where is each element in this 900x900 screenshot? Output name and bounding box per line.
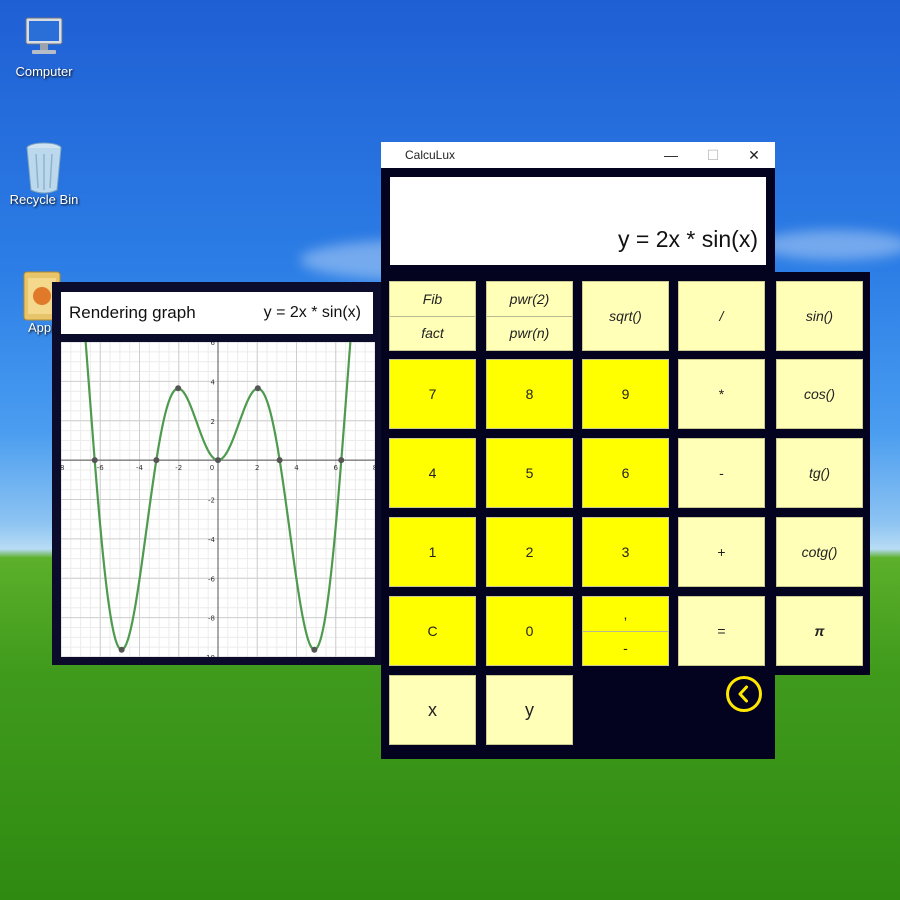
title-bar[interactable]: CalcuLux — ☐ ✕ — [381, 142, 775, 168]
y-tick-label: -8 — [208, 615, 215, 623]
function-plot: -8 -6 -4 -2 0 2 4 6 8 -10 -8 -6 -4 -2 2 4 6 — [61, 342, 375, 657]
comma-key[interactable]: , — [583, 597, 668, 631]
x-tick-label: -4 — [136, 464, 144, 472]
variable-x-key[interactable]: x — [389, 675, 476, 745]
key-point — [118, 646, 125, 653]
y-tick-label: -10 — [204, 654, 215, 657]
graph-header: Rendering graph y = 2x * sin(x) — [61, 292, 373, 334]
x-tick-label: 4 — [294, 464, 299, 472]
fact-key[interactable]: fact — [390, 315, 475, 351]
sqrt-key[interactable]: sqrt() — [582, 281, 669, 351]
digit-7-key[interactable]: 7 — [389, 359, 476, 429]
graph-function-label: y = 2x * sin(x) — [263, 304, 361, 321]
x-tick-label: 6 — [334, 464, 339, 472]
negate-key[interactable]: - — [583, 630, 668, 666]
divide-key[interactable]: / — [678, 281, 765, 351]
x-tick-label: -8 — [61, 464, 64, 472]
clear-key[interactable]: C — [389, 596, 476, 666]
key-point — [254, 385, 261, 392]
key-point — [276, 457, 283, 464]
maximize-button[interactable]: ☐ — [693, 142, 733, 168]
x-tick-label: -6 — [97, 464, 105, 472]
minus-key[interactable]: - — [678, 438, 765, 508]
y-tick-label: -4 — [208, 536, 216, 544]
graph-status-text: Rendering graph — [69, 303, 196, 322]
y-tick-label: -6 — [208, 575, 216, 583]
digit-8-key[interactable]: 8 — [486, 359, 573, 429]
digit-9-key[interactable]: 9 — [582, 359, 669, 429]
tg-key[interactable]: tg() — [776, 438, 863, 508]
digit-1-key[interactable]: 1 — [389, 517, 476, 587]
window-title: CalcuLux — [405, 148, 456, 162]
x-tick-label: 0 — [210, 464, 214, 472]
digit-6-key[interactable]: 6 — [582, 438, 669, 508]
comma-negate-key[interactable]: , - — [582, 596, 669, 666]
y-tick-label: 2 — [211, 418, 215, 426]
sin-key[interactable]: sin() — [776, 281, 863, 351]
digit-3-key[interactable]: 3 — [582, 517, 669, 587]
key-point — [153, 457, 160, 464]
pwr-key[interactable]: pwr(2) pwr(n) — [486, 281, 573, 351]
fib-fact-key[interactable]: Fib fact — [389, 281, 476, 351]
desktop-icon-label: Recycle Bin — [9, 192, 79, 207]
key-point — [215, 457, 221, 464]
digit-2-key[interactable]: 2 — [486, 517, 573, 587]
recycle-bin-icon — [20, 140, 68, 194]
graph-panel: Rendering graph y = 2x * sin(x) -8 -6 -4 -2… — [52, 282, 382, 665]
key-point — [338, 457, 345, 464]
plus-key[interactable]: + — [678, 517, 765, 587]
cotg-key[interactable]: cotg() — [776, 517, 863, 587]
key-point — [175, 385, 182, 392]
close-button[interactable]: ✕ — [734, 142, 774, 168]
x-tick-label: -2 — [175, 464, 182, 472]
y-tick-label: 4 — [211, 378, 216, 386]
digit-0-key[interactable]: 0 — [486, 596, 573, 666]
fib-key[interactable]: Fib — [390, 282, 475, 316]
y-tick-label: -2 — [208, 497, 215, 505]
digit-5-key[interactable]: 5 — [486, 438, 573, 508]
y-tick-label: 6 — [211, 342, 216, 347]
computer-icon — [20, 12, 68, 60]
pwr2-key[interactable]: pwr(2) — [487, 282, 572, 316]
minimize-button[interactable]: — — [651, 142, 691, 168]
desktop-icon-label: Computer — [15, 64, 73, 79]
desktop-icon-recycle-bin[interactable]: Recycle Bin — [0, 140, 88, 207]
key-point — [311, 646, 318, 653]
back-button[interactable] — [726, 676, 762, 712]
cos-key[interactable]: cos() — [776, 359, 863, 429]
x-tick-label: 2 — [255, 464, 259, 472]
desktop-icon-computer[interactable]: Computer — [0, 12, 88, 79]
calculator-display: y = 2x * sin(x) — [390, 177, 766, 265]
equals-key[interactable]: = — [678, 596, 765, 666]
pwrn-key[interactable]: pwr(n) — [487, 315, 572, 351]
key-point — [91, 457, 98, 464]
x-tick-label: 8 — [373, 464, 375, 472]
graph-plot-area[interactable]: -8 -6 -4 -2 0 2 4 6 8 -10 -8 -6 -4 -2 2 4 6 — [61, 342, 375, 657]
chevron-left-icon — [738, 685, 748, 703]
variable-y-key[interactable]: y — [486, 675, 573, 745]
multiply-key[interactable]: * — [678, 359, 765, 429]
pi-key[interactable]: π — [776, 596, 863, 666]
display-expression: y = 2x * sin(x) — [618, 226, 758, 252]
digit-4-key[interactable]: 4 — [389, 438, 476, 508]
